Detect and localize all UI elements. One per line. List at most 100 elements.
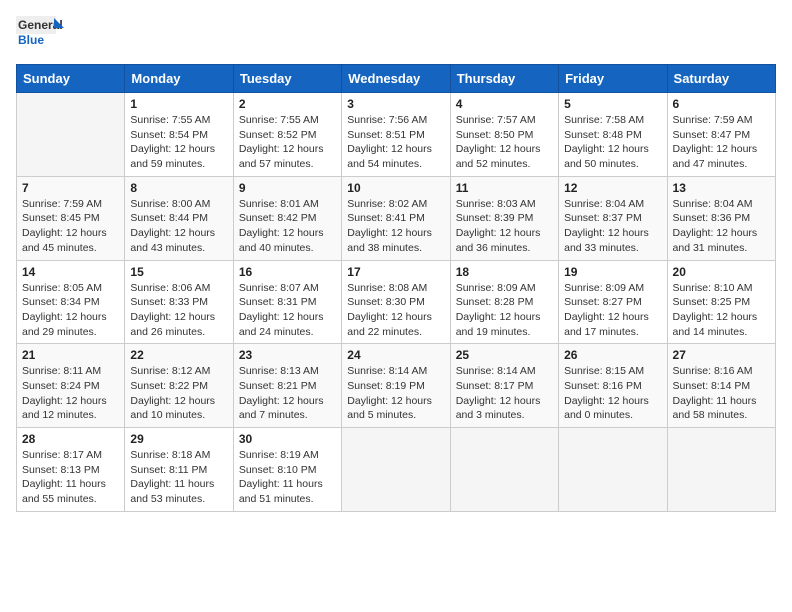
day-number: 9 [239, 181, 336, 195]
svg-text:Blue: Blue [18, 33, 44, 47]
day-number: 1 [130, 97, 227, 111]
day-number: 30 [239, 432, 336, 446]
day-number: 12 [564, 181, 661, 195]
calendar-cell [17, 93, 125, 177]
calendar-cell: 22 Sunrise: 8:12 AM Sunset: 8:22 PM Dayli… [125, 344, 233, 428]
calendar-header-row: SundayMondayTuesdayWednesdayThursdayFrid… [17, 65, 776, 93]
calendar-cell: 6Sunrise: 7:59 AM Sunset: 8:47 PM Daylig… [667, 93, 775, 177]
col-header-monday: Monday [125, 65, 233, 93]
day-info: Sunrise: 8:09 AM Sunset: 8:27 PM Dayligh… [564, 281, 661, 340]
calendar-cell: 27Sunrise: 8:16 AM Sunset: 8:14 PM Dayli… [667, 344, 775, 428]
calendar-cell: 24 Sunrise: 8:14 AM Sunset: 8:19 PM Dayli… [342, 344, 450, 428]
calendar-cell: 11 Sunrise: 8:03 AM Sunset: 8:39 PM Dayli… [450, 176, 558, 260]
day-info: Sunrise: 8:14 AM Sunset: 8:19 PM Dayligh… [347, 364, 444, 423]
day-info: Sunrise: 7:55 AM Sunset: 8:54 PM Dayligh… [130, 113, 227, 172]
day-info: Sunrise: 8:11 AM Sunset: 8:24 PM Dayligh… [22, 364, 119, 423]
day-info: Sunrise: 7:58 AM Sunset: 8:48 PM Dayligh… [564, 113, 661, 172]
day-info: Sunrise: 8:05 AM Sunset: 8:34 PM Dayligh… [22, 281, 119, 340]
day-info: Sunrise: 7:56 AM Sunset: 8:51 PM Dayligh… [347, 113, 444, 172]
calendar-cell: 29Sunrise: 8:18 AM Sunset: 8:11 PM Dayli… [125, 428, 233, 512]
day-info: Sunrise: 8:08 AM Sunset: 8:30 PM Dayligh… [347, 281, 444, 340]
day-number: 10 [347, 181, 444, 195]
day-number: 17 [347, 265, 444, 279]
day-info: Sunrise: 8:15 AM Sunset: 8:16 PM Dayligh… [564, 364, 661, 423]
calendar-cell: 20 Sunrise: 8:10 AM Sunset: 8:25 PM Dayli… [667, 260, 775, 344]
day-number: 25 [456, 348, 553, 362]
day-number: 7 [22, 181, 119, 195]
calendar-cell: 26 Sunrise: 8:15 AM Sunset: 8:16 PM Dayli… [559, 344, 667, 428]
day-info: Sunrise: 7:59 AM Sunset: 8:47 PM Dayligh… [673, 113, 770, 172]
calendar-cell: 5 Sunrise: 7:58 AM Sunset: 8:48 PM Daylig… [559, 93, 667, 177]
calendar-cell: 2 Sunrise: 7:55 AM Sunset: 8:52 PM Daylig… [233, 93, 341, 177]
day-number: 22 [130, 348, 227, 362]
calendar-cell [559, 428, 667, 512]
day-number: 28 [22, 432, 119, 446]
calendar-cell: 30 Sunrise: 8:19 AM Sunset: 8:10 PM Dayli… [233, 428, 341, 512]
col-header-thursday: Thursday [450, 65, 558, 93]
calendar-cell: 28 Sunrise: 8:17 AM Sunset: 8:13 PM Dayli… [17, 428, 125, 512]
calendar-cell: 7 Sunrise: 7:59 AM Sunset: 8:45 PM Daylig… [17, 176, 125, 260]
day-info: Sunrise: 7:59 AM Sunset: 8:45 PM Dayligh… [22, 197, 119, 256]
day-number: 3 [347, 97, 444, 111]
calendar-cell: 23 Sunrise: 8:13 AM Sunset: 8:21 PM Dayli… [233, 344, 341, 428]
day-number: 19 [564, 265, 661, 279]
day-info: Sunrise: 8:14 AM Sunset: 8:17 PM Dayligh… [456, 364, 553, 423]
page-header: GeneralBlue [16, 16, 776, 56]
day-info: Sunrise: 8:06 AM Sunset: 8:33 PM Dayligh… [130, 281, 227, 340]
day-info: Sunrise: 7:55 AM Sunset: 8:52 PM Dayligh… [239, 113, 336, 172]
day-info: Sunrise: 8:03 AM Sunset: 8:39 PM Dayligh… [456, 197, 553, 256]
day-info: Sunrise: 8:17 AM Sunset: 8:13 PM Dayligh… [22, 448, 119, 507]
day-number: 21 [22, 348, 119, 362]
calendar-cell: 21 Sunrise: 8:11 AM Sunset: 8:24 PM Dayli… [17, 344, 125, 428]
day-info: Sunrise: 8:12 AM Sunset: 8:22 PM Dayligh… [130, 364, 227, 423]
calendar-cell: 17 Sunrise: 8:08 AM Sunset: 8:30 PM Dayli… [342, 260, 450, 344]
day-info: Sunrise: 8:19 AM Sunset: 8:10 PM Dayligh… [239, 448, 336, 507]
calendar-cell: 4Sunrise: 7:57 AM Sunset: 8:50 PM Daylig… [450, 93, 558, 177]
day-number: 24 [347, 348, 444, 362]
day-number: 14 [22, 265, 119, 279]
calendar-cell: 10Sunrise: 8:02 AM Sunset: 8:41 PM Dayli… [342, 176, 450, 260]
day-info: Sunrise: 8:07 AM Sunset: 8:31 PM Dayligh… [239, 281, 336, 340]
calendar-cell [667, 428, 775, 512]
calendar-cell: 12 Sunrise: 8:04 AM Sunset: 8:37 PM Dayli… [559, 176, 667, 260]
day-number: 15 [130, 265, 227, 279]
calendar-cell [342, 428, 450, 512]
week-row-4: 21 Sunrise: 8:11 AM Sunset: 8:24 PM Dayli… [17, 344, 776, 428]
day-number: 23 [239, 348, 336, 362]
calendar-cell: 19 Sunrise: 8:09 AM Sunset: 8:27 PM Dayli… [559, 260, 667, 344]
day-number: 18 [456, 265, 553, 279]
day-info: Sunrise: 8:16 AM Sunset: 8:14 PM Dayligh… [673, 364, 770, 423]
calendar-cell: 8Sunrise: 8:00 AM Sunset: 8:44 PM Daylig… [125, 176, 233, 260]
calendar-cell: 14 Sunrise: 8:05 AM Sunset: 8:34 PM Dayli… [17, 260, 125, 344]
day-number: 26 [564, 348, 661, 362]
week-row-5: 28 Sunrise: 8:17 AM Sunset: 8:13 PM Dayli… [17, 428, 776, 512]
calendar-table: SundayMondayTuesdayWednesdayThursdayFrid… [16, 64, 776, 512]
logo: GeneralBlue [16, 16, 66, 56]
day-number: 2 [239, 97, 336, 111]
day-number: 4 [456, 97, 553, 111]
day-info: Sunrise: 8:18 AM Sunset: 8:11 PM Dayligh… [130, 448, 227, 507]
day-info: Sunrise: 8:01 AM Sunset: 8:42 PM Dayligh… [239, 197, 336, 256]
day-info: Sunrise: 8:13 AM Sunset: 8:21 PM Dayligh… [239, 364, 336, 423]
week-row-1: 1 Sunrise: 7:55 AM Sunset: 8:54 PM Daylig… [17, 93, 776, 177]
col-header-friday: Friday [559, 65, 667, 93]
calendar-cell: 16Sunrise: 8:07 AM Sunset: 8:31 PM Dayli… [233, 260, 341, 344]
calendar-cell: 15 Sunrise: 8:06 AM Sunset: 8:33 PM Dayli… [125, 260, 233, 344]
day-number: 5 [564, 97, 661, 111]
day-info: Sunrise: 8:00 AM Sunset: 8:44 PM Dayligh… [130, 197, 227, 256]
day-info: Sunrise: 8:10 AM Sunset: 8:25 PM Dayligh… [673, 281, 770, 340]
col-header-wednesday: Wednesday [342, 65, 450, 93]
day-number: 13 [673, 181, 770, 195]
col-header-sunday: Sunday [17, 65, 125, 93]
day-info: Sunrise: 8:09 AM Sunset: 8:28 PM Dayligh… [456, 281, 553, 340]
day-number: 11 [456, 181, 553, 195]
week-row-3: 14 Sunrise: 8:05 AM Sunset: 8:34 PM Dayli… [17, 260, 776, 344]
calendar-cell: 13Sunrise: 8:04 AM Sunset: 8:36 PM Dayli… [667, 176, 775, 260]
calendar-cell [450, 428, 558, 512]
day-number: 20 [673, 265, 770, 279]
calendar-cell: 1 Sunrise: 7:55 AM Sunset: 8:54 PM Daylig… [125, 93, 233, 177]
day-info: Sunrise: 8:04 AM Sunset: 8:37 PM Dayligh… [564, 197, 661, 256]
week-row-2: 7 Sunrise: 7:59 AM Sunset: 8:45 PM Daylig… [17, 176, 776, 260]
calendar-cell: 18 Sunrise: 8:09 AM Sunset: 8:28 PM Dayli… [450, 260, 558, 344]
col-header-saturday: Saturday [667, 65, 775, 93]
